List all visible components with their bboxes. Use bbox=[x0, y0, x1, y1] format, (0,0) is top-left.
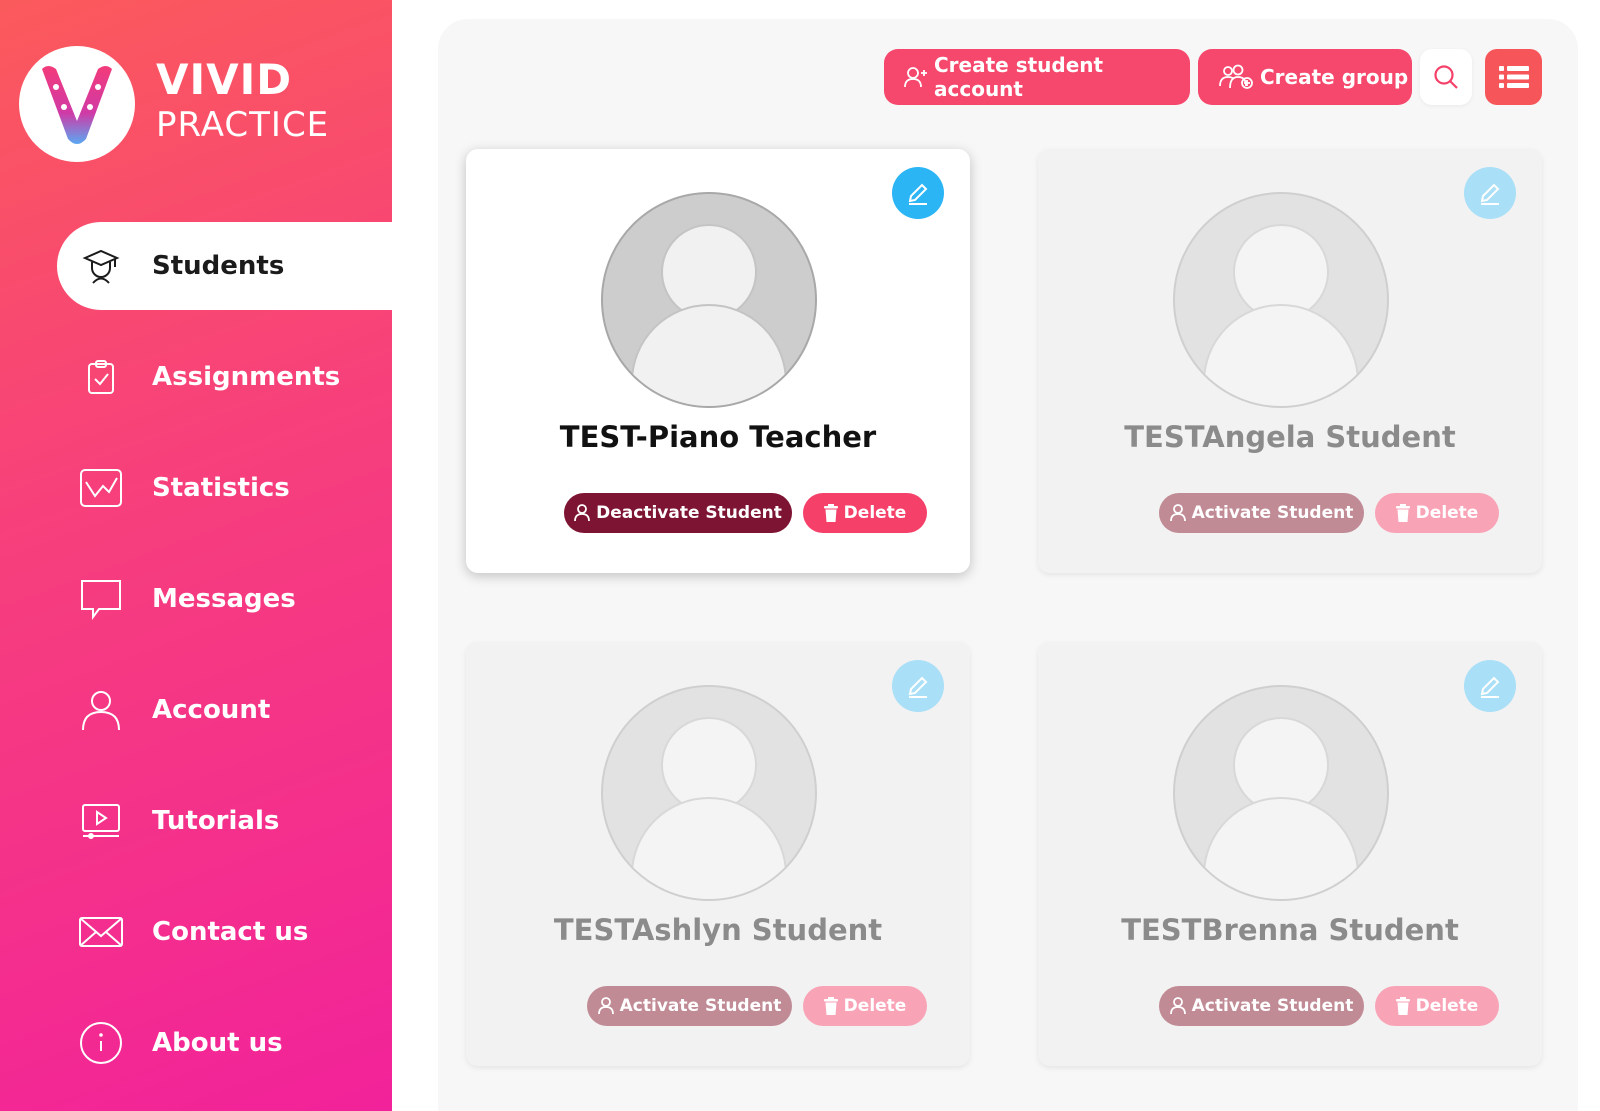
activate-student-button[interactable]: Activate Student bbox=[1159, 986, 1364, 1026]
delete-label: Delete bbox=[843, 503, 907, 523]
edit-button[interactable] bbox=[1464, 167, 1516, 219]
activate-student-button[interactable]: Activate Student bbox=[587, 986, 792, 1026]
sidebar-item-label: Statistics bbox=[152, 473, 290, 503]
sidebar-item-label: Messages bbox=[152, 584, 296, 614]
avatar bbox=[1173, 685, 1389, 901]
create-group-button[interactable]: Create group bbox=[1198, 49, 1412, 105]
list-view-button[interactable] bbox=[1485, 49, 1542, 105]
delete-button[interactable]: Delete bbox=[803, 493, 927, 533]
sidebar-item-label: Account bbox=[152, 695, 271, 725]
activate-student-label: Activate Student bbox=[619, 996, 782, 1016]
student-card: TEST-Piano Teacher Deactivate Student De… bbox=[466, 149, 970, 573]
sidebar-item-about-us[interactable]: About us bbox=[57, 999, 392, 1087]
pencil-icon bbox=[908, 676, 928, 698]
brand-line-2: PRACTICE bbox=[156, 105, 330, 145]
sidebar-item-messages[interactable]: Messages bbox=[57, 555, 392, 643]
sidebar: VIVID PRACTICE Students Assignments Stat… bbox=[0, 0, 392, 1111]
edit-button[interactable] bbox=[892, 167, 944, 219]
brand: VIVID PRACTICE bbox=[156, 56, 329, 146]
avatar bbox=[601, 192, 817, 408]
logo bbox=[19, 46, 135, 162]
trash-icon bbox=[823, 504, 838, 522]
student-name: TEST-Piano Teacher bbox=[559, 420, 877, 454]
student-card: TESTBrenna Student Activate Student Dele… bbox=[1038, 642, 1542, 1066]
delete-button[interactable]: Delete bbox=[803, 986, 927, 1026]
trash-icon bbox=[1395, 997, 1410, 1015]
add-user-icon bbox=[904, 66, 928, 88]
deactivate-student-button[interactable]: Deactivate Student bbox=[564, 493, 792, 533]
vivid-logo-icon bbox=[42, 66, 112, 144]
delete-button[interactable]: Delete bbox=[1375, 986, 1499, 1026]
sidebar-item-label: Tutorials bbox=[152, 806, 280, 836]
delete-label: Delete bbox=[1415, 996, 1479, 1016]
avatar bbox=[1173, 192, 1389, 408]
pencil-icon bbox=[1480, 676, 1500, 698]
sidebar-item-label: Contact us bbox=[152, 917, 309, 947]
activate-student-button[interactable]: Activate Student bbox=[1159, 493, 1364, 533]
sidebar-item-students[interactable]: Students bbox=[57, 222, 392, 310]
video-play-icon bbox=[77, 797, 125, 845]
pencil-icon bbox=[908, 183, 928, 205]
group-icon bbox=[1218, 64, 1254, 90]
sidebar-item-label: About us bbox=[152, 1028, 283, 1058]
user-icon bbox=[597, 997, 614, 1015]
student-card: TESTAshlyn Student Activate Student Dele… bbox=[466, 642, 970, 1066]
sidebar-item-assignments[interactable]: Assignments bbox=[57, 333, 392, 421]
chart-icon bbox=[77, 464, 125, 512]
delete-label: Delete bbox=[1415, 503, 1479, 523]
user-icon bbox=[574, 504, 591, 522]
activate-student-label: Activate Student bbox=[1191, 996, 1354, 1016]
delete-button[interactable]: Delete bbox=[1375, 493, 1499, 533]
search-button[interactable] bbox=[1420, 49, 1472, 105]
activate-student-label: Activate Student bbox=[1191, 503, 1354, 523]
pencil-icon bbox=[1480, 183, 1500, 205]
list-icon bbox=[1498, 66, 1529, 88]
deactivate-student-label: Deactivate Student bbox=[596, 503, 782, 523]
user-icon bbox=[77, 686, 125, 734]
create-student-account-button[interactable]: Create student account bbox=[884, 49, 1190, 105]
sidebar-item-statistics[interactable]: Statistics bbox=[57, 444, 392, 532]
sidebar-item-contact-us[interactable]: Contact us bbox=[57, 888, 392, 976]
clipboard-check-icon bbox=[77, 353, 125, 401]
envelope-icon bbox=[77, 908, 125, 956]
student-name: TESTBrenna Student bbox=[1121, 913, 1459, 947]
sidebar-item-label: Students bbox=[152, 251, 285, 281]
edit-button[interactable] bbox=[1464, 660, 1516, 712]
trash-icon bbox=[1395, 504, 1410, 522]
edit-button[interactable] bbox=[892, 660, 944, 712]
create-student-account-label: Create student account bbox=[934, 53, 1104, 101]
trash-icon bbox=[823, 997, 838, 1015]
user-icon bbox=[1169, 504, 1186, 522]
student-name: TESTAngela Student bbox=[1124, 420, 1456, 454]
create-group-label: Create group bbox=[1260, 65, 1409, 89]
message-bubble-icon bbox=[77, 575, 125, 623]
delete-label: Delete bbox=[843, 996, 907, 1016]
sidebar-item-label: Assignments bbox=[152, 362, 341, 392]
info-icon bbox=[77, 1019, 125, 1067]
search-icon bbox=[1434, 65, 1458, 89]
user-icon bbox=[1169, 997, 1186, 1015]
sidebar-item-account[interactable]: Account bbox=[57, 666, 392, 754]
graduation-cap-icon bbox=[77, 242, 125, 290]
student-name: TESTAshlyn Student bbox=[553, 913, 883, 947]
brand-line-1: VIVID bbox=[156, 55, 293, 104]
sidebar-item-tutorials[interactable]: Tutorials bbox=[57, 777, 392, 865]
student-card: TESTAngela Student Activate Student Dele… bbox=[1038, 149, 1542, 573]
avatar bbox=[601, 685, 817, 901]
